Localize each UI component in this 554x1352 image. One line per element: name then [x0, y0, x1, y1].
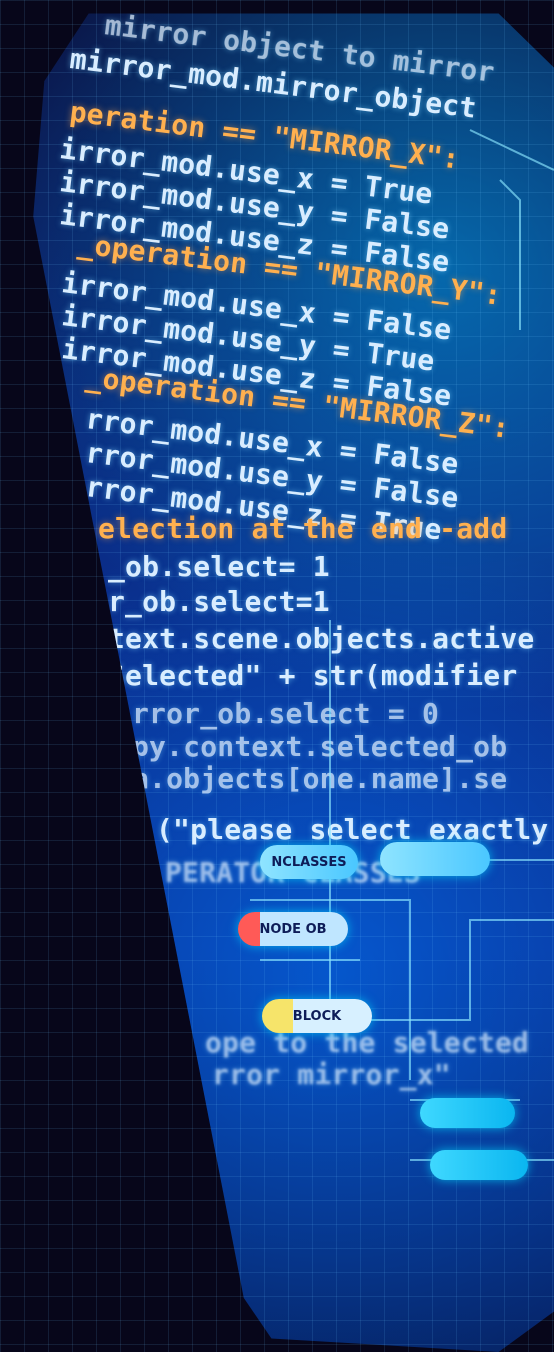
hero-image: mirror object to mirror mirror_mod.mirro… — [0, 0, 554, 1352]
node-block — [420, 1098, 515, 1128]
node-label: NCLASSES — [271, 854, 347, 870]
node-block-yellow: BLOCK — [262, 999, 372, 1033]
node-label: NODE OB — [259, 921, 327, 937]
node-ob-block: NODE OB — [238, 912, 348, 946]
node-classes-block: NCLASSES — [260, 845, 358, 879]
node-block — [380, 842, 490, 876]
node-label: BLOCK — [292, 1008, 342, 1024]
node-block — [430, 1150, 528, 1180]
